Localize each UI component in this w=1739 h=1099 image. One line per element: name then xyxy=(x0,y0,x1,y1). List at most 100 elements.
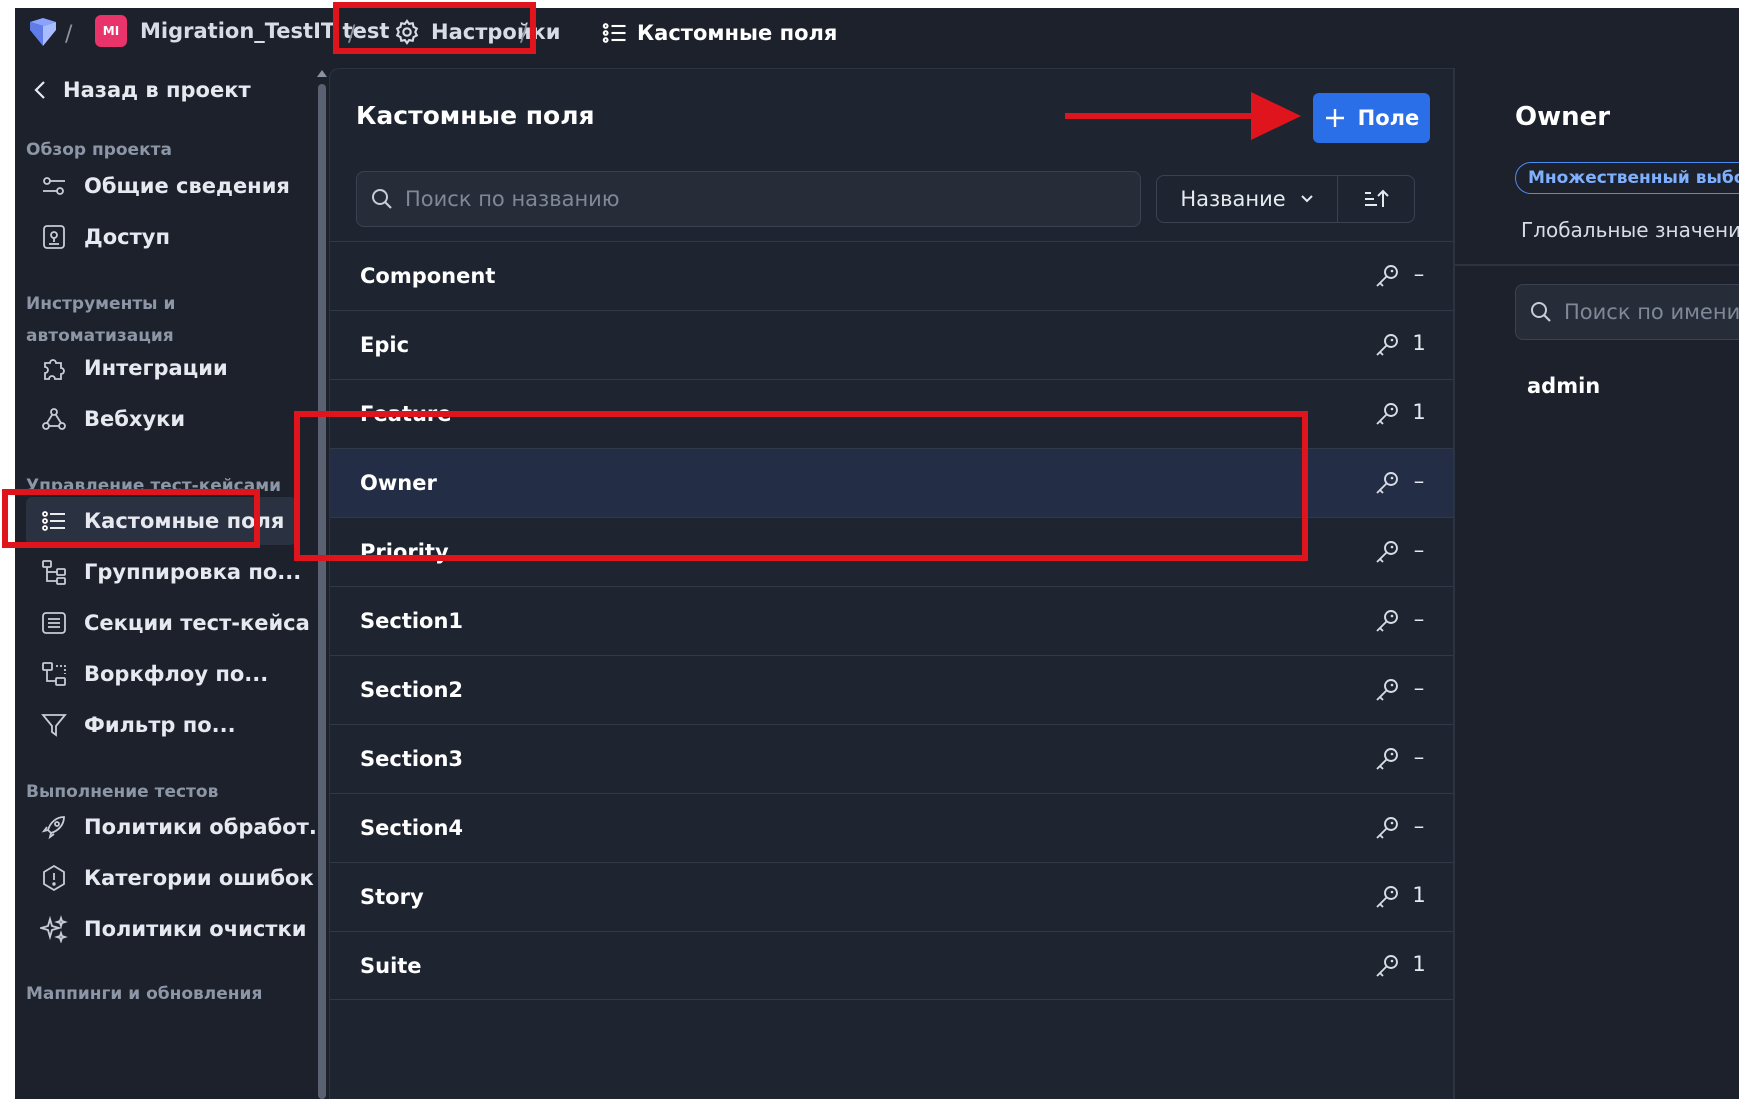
field-row[interactable]: Feature 1 xyxy=(330,379,1454,448)
custom-fields-list: Component – Epic 1 Feature 1 Owner – Priority – Se… xyxy=(330,241,1454,1000)
field-name: Section4 xyxy=(360,816,464,840)
back-label: Назад в проект xyxy=(63,78,251,102)
field-name: Section1 xyxy=(360,609,464,633)
sidebar-section-tools: Инструменты и автоматизация xyxy=(26,294,176,346)
puzzle-icon xyxy=(44,359,65,380)
chevron-down-icon xyxy=(1300,195,1313,203)
breadcrumb-settings-label: Настройки xyxy=(431,20,561,44)
workflow-icon xyxy=(42,662,66,686)
field-row[interactable]: Epic 1 xyxy=(330,310,1454,379)
key-icon xyxy=(1376,403,1398,425)
sidebar-section-mappings: Маппинги и обновления xyxy=(26,984,263,1004)
key-icon xyxy=(1376,679,1398,701)
field-usage-count: – xyxy=(1413,469,1425,493)
sidebar-item-test-case-sections[interactable]: Секции тест-кейса xyxy=(26,599,310,647)
field-row[interactable]: Owner – xyxy=(330,448,1454,517)
sidebar-item-grouping[interactable]: Группировка по... xyxy=(26,548,301,596)
sidebar-item-label: Вебхуки xyxy=(84,407,186,431)
sidebar-item-cleanup-policies[interactable]: Политики очистки xyxy=(26,905,306,953)
sidebar-item-general[interactable]: Общие сведения xyxy=(26,162,296,210)
sidebar-item-label: Воркфлоу по... xyxy=(84,662,269,686)
field-usage-count: – xyxy=(1413,676,1425,700)
field-usage-count: – xyxy=(1413,607,1425,631)
sidebar-scrollbar[interactable] xyxy=(315,68,329,1099)
field-row[interactable]: Suite 1 xyxy=(330,931,1454,1000)
breadcrumb-separator: / xyxy=(348,22,356,47)
app-logo-icon[interactable] xyxy=(27,16,59,48)
field-name: Feature xyxy=(360,402,452,426)
breadcrumb-separator: / xyxy=(65,22,73,47)
field-name: Priority xyxy=(360,540,449,564)
top-bar: / MI Migration_TestIT test / Настройки /… xyxy=(15,8,1739,68)
scrollbar-thumb[interactable] xyxy=(318,84,326,1099)
sidebar-item-label: Доступ xyxy=(84,225,170,249)
list-icon xyxy=(42,511,65,531)
field-row[interactable]: Component – xyxy=(330,241,1454,310)
sidebar-item-label: Группировка по... xyxy=(84,560,302,584)
value-item[interactable]: admin xyxy=(1527,374,1600,398)
sidebar-item-processing-policies[interactable]: Политики обработ... xyxy=(26,803,333,851)
project-avatar[interactable]: MI xyxy=(95,15,127,47)
app-window: / MI Migration_TestIT test / Настройки /… xyxy=(15,8,1739,1099)
sliders-icon xyxy=(43,177,65,195)
field-name: Owner xyxy=(360,471,437,495)
field-row[interactable]: Story 1 xyxy=(330,862,1454,931)
field-usage-count: 1 xyxy=(1412,400,1426,424)
field-usage-count: – xyxy=(1413,538,1425,562)
search-input[interactable] xyxy=(405,187,1105,211)
key-icon xyxy=(1376,472,1398,494)
sections-icon xyxy=(42,612,66,634)
tab-divider xyxy=(1455,264,1739,266)
back-to-project-link[interactable]: Назад в проект xyxy=(33,78,251,102)
sidebar-item-integrations[interactable]: Интеграции xyxy=(26,344,296,392)
sidebar-item-error-categories[interactable]: Категории ошибок xyxy=(26,854,314,902)
field-name: Component xyxy=(360,264,496,288)
field-row[interactable]: Section3 – xyxy=(330,724,1454,793)
add-field-button[interactable]: Поле xyxy=(1313,93,1430,143)
field-usage-count: 1 xyxy=(1412,952,1426,976)
sidebar-item-filter[interactable]: Фильтр по... xyxy=(26,701,296,749)
key-icon xyxy=(1376,748,1398,770)
breadcrumb-current: Кастомные поля xyxy=(601,19,837,47)
filter-icon xyxy=(41,714,67,737)
field-name: Suite xyxy=(360,953,422,978)
field-name: Epic xyxy=(360,333,410,357)
field-row[interactable]: Priority – xyxy=(330,517,1454,586)
sort-field-label: Название xyxy=(1180,187,1286,211)
sidebar-item-custom-fields[interactable]: Кастомные поля xyxy=(26,497,296,545)
search-icon xyxy=(372,189,392,209)
field-row[interactable]: Section2 – xyxy=(330,655,1454,724)
lock-icon xyxy=(43,225,65,249)
sort-direction-button[interactable] xyxy=(1337,175,1415,223)
value-search-input[interactable] xyxy=(1564,300,1739,324)
field-detail-panel: Owner Множественный выбор Глобальные зна… xyxy=(1453,68,1739,1099)
field-name: Section3 xyxy=(360,747,464,771)
field-row[interactable]: Section1 – xyxy=(330,586,1454,655)
breadcrumb-settings[interactable]: Настройки xyxy=(393,12,561,52)
field-name: Section2 xyxy=(360,678,464,702)
tab-global-values[interactable]: Глобальные значения xyxy=(1521,218,1739,242)
plus-icon xyxy=(1325,109,1344,127)
webhook-icon xyxy=(42,408,66,430)
field-usage-count: – xyxy=(1413,814,1425,838)
sidebar-item-workflow[interactable]: Воркфлоу по... xyxy=(26,650,296,698)
field-name: Story xyxy=(360,885,424,909)
sidebar-item-label: Фильтр по... xyxy=(84,713,236,737)
alert-icon xyxy=(43,864,65,892)
field-search[interactable] xyxy=(356,171,1141,227)
sidebar-item-access[interactable]: Доступ xyxy=(26,213,296,261)
sparkles-icon xyxy=(40,915,68,943)
field-row[interactable]: Section4 – xyxy=(330,793,1454,862)
key-icon xyxy=(1376,334,1398,356)
sort-field-dropdown[interactable]: Название xyxy=(1156,175,1338,223)
sidebar: Назад в проект Обзор проекта Общие сведе… xyxy=(15,68,333,1099)
breadcrumb-current-label: Кастомные поля xyxy=(637,21,838,45)
detail-title: Owner xyxy=(1515,102,1611,132)
value-search[interactable] xyxy=(1515,284,1739,340)
key-icon xyxy=(1376,265,1398,287)
sidebar-item-label: Политики обработ... xyxy=(84,815,333,839)
sidebar-item-label: Категории ошибок xyxy=(84,866,314,890)
sidebar-item-webhooks[interactable]: Вебхуки xyxy=(26,395,296,443)
field-usage-count: – xyxy=(1413,745,1425,769)
scroll-up-arrow-icon[interactable] xyxy=(317,70,327,77)
